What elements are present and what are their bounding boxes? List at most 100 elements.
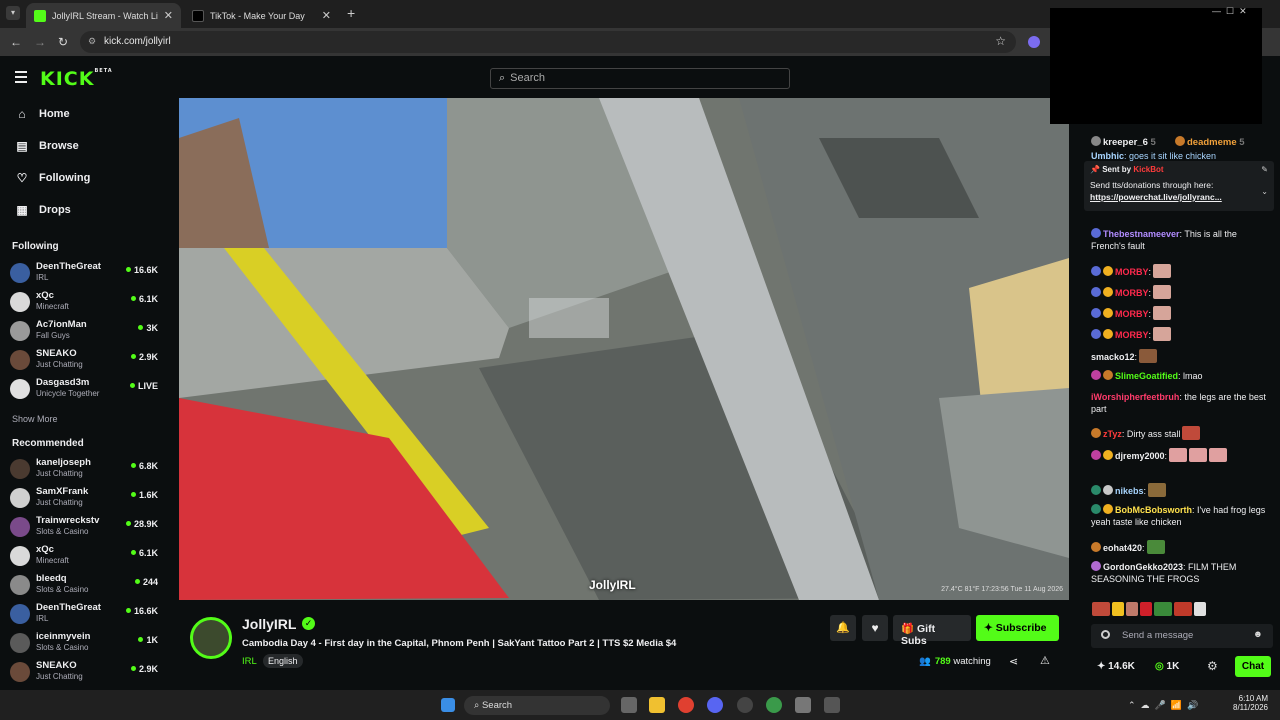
recommended-heading: Recommended [12,438,84,449]
url-field[interactable]: ⚙ kick.com/jollyirl ☆ [80,31,1016,53]
channel-category: Just Chatting [36,672,83,681]
chat-text: : lmao [1178,371,1203,381]
category-link[interactable]: IRL [242,656,257,667]
emote-icon [1169,448,1188,462]
emote-icon[interactable] [1194,602,1206,616]
tab-tiktok[interactable]: TikTok - Make Your Day ✕ [184,3,339,28]
viewer-count: 6.8K [131,461,158,471]
recommended-channel[interactable]: bleedq Slots & Casino 244 [10,572,160,600]
emoji-picker-icon[interactable]: ☻ [1253,629,1263,640]
chat-username[interactable]: Thebestnameever [1103,229,1180,239]
recommended-channel[interactable]: SNEAKO Just Chatting 2.9K [10,659,160,687]
chat-username[interactable]: GordonGekko2023 [1103,562,1183,572]
tray-icons[interactable]: ⌃ ☁ 🎤 📶 🔊 [1128,700,1198,711]
viewer-count: 6.1K [131,548,158,558]
tiktok-favicon-icon [192,9,204,22]
language-tag[interactable]: English [263,654,303,668]
chat-text: : [1142,543,1145,553]
channel-name[interactable]: JollyIRL [242,616,296,632]
sidebar-item-following[interactable]: ♡ Following [15,169,91,187]
report-icon[interactable]: ⚠ [1040,654,1050,667]
following-channel[interactable]: Dasgasd3m Unicycle Together LIVE [10,376,160,404]
gift-subs-button[interactable]: 🎁 Gift Subs [893,615,971,647]
channel-avatar[interactable] [190,617,232,659]
chat-username[interactable]: djremy2000 [1115,451,1165,461]
obs-icon[interactable] [737,697,753,713]
taskbar-search[interactable]: ⌕ Search [464,696,610,715]
tab-kick[interactable]: JollyIRL Stream - Watch Live ✕ [26,3,181,28]
chat-username[interactable]: MORBY [1115,288,1149,298]
sidebar-item-home[interactable]: ⌂ Home [15,105,69,123]
search-input[interactable]: ⌕ Search [490,68,790,89]
app-icon[interactable] [824,697,840,713]
chat-input[interactable]: Send a message ☻ [1091,624,1273,648]
emote-icon[interactable] [1174,602,1192,616]
start-windows-icon[interactable] [441,698,455,712]
recommended-channel[interactable]: SamXFrank Just Chatting 1.6K [10,485,160,513]
following-channel[interactable]: SNEAKO Just Chatting 2.9K [10,347,160,375]
channel-category: Slots & Casino [36,643,89,652]
file-explorer-icon[interactable] [649,697,665,713]
chrome-alt-icon[interactable] [766,697,782,713]
subscribe-button[interactable]: ✦ Subscribe [976,615,1059,641]
chat-username[interactable]: SlimeGoatified [1115,371,1178,381]
notification-bell-button[interactable]: 🔔 [830,615,856,641]
chat-username[interactable]: nikebs [1115,486,1144,496]
discord-icon[interactable] [707,697,723,713]
chat-username[interactable]: iWorshipherfeetbruh [1091,392,1179,402]
following-channel[interactable]: DeenTheGreat IRL 16.6K [10,260,160,288]
recommended-channel[interactable]: Trainwreckstv Slots & Casino 28.9K [10,514,160,542]
unpin-icon[interactable]: ✎ [1261,165,1268,174]
chat-username[interactable]: eohat420 [1103,543,1142,553]
sidebar-item-drops[interactable]: ▦ Drops [15,201,70,219]
task-view-icon[interactable] [621,697,637,713]
chat-username[interactable]: BobMcBobsworth [1115,505,1192,515]
menu-icon[interactable] [15,71,27,83]
channel-name: SamXFrank [36,486,89,497]
following-channel[interactable]: xQc Minecraft 6.1K [10,289,160,317]
chat-username[interactable]: zTyz [1103,429,1122,439]
window-controls[interactable]: — ☐ ✕ [1212,6,1247,17]
extension-icon[interactable] [1028,36,1040,48]
chat-username[interactable]: smacko12 [1091,352,1135,362]
channel-category: Just Chatting [36,469,83,478]
chat-username[interactable]: MORBY [1115,330,1149,340]
back-icon[interactable]: ← [10,35,22,49]
emote-icon[interactable] [1126,602,1138,616]
chat-username[interactable]: MORBY [1115,267,1149,277]
recommended-channel[interactable]: iceinmyvein Slots & Casino 1K [10,630,160,658]
recommended-channel[interactable]: DeenTheGreat IRL 16.6K [10,601,160,629]
show-more-link[interactable]: Show More [12,414,58,424]
recommended-channel[interactable]: xQc Minecraft 6.1K [10,543,160,571]
share-icon[interactable]: ⋖ [1009,655,1018,668]
following-channel[interactable]: Ac7ionMan Fall Guys 3K [10,318,160,346]
emote-icon [1153,285,1172,299]
video-player[interactable]: JollyIRL 27.4°C 81°F 17:23:56 Tue 11 Aug… [179,98,1069,600]
new-tab-icon[interactable]: + [347,5,355,21]
kick-logo[interactable]: KICKBETA [40,68,113,90]
clock[interactable]: 6:10 AM 8/11/2026 [1228,694,1268,712]
emote-icon[interactable] [1154,602,1172,616]
site-info-icon[interactable]: ⚙ [88,36,96,47]
sidebar-item-browse[interactable]: ▤ Browse [15,137,78,155]
chat-username[interactable]: Umbhic [1091,151,1124,161]
follow-heart-button[interactable]: ♥ [862,615,888,641]
close-tab-icon[interactable]: ✕ [322,9,331,22]
settings-app-icon[interactable] [795,697,811,713]
reload-icon[interactable]: ↻ [58,35,68,49]
expand-chevron-icon[interactable]: ⌄ [1261,187,1268,196]
chat-username[interactable]: MORBY [1115,309,1149,319]
recommended-channel[interactable]: kaneljoseph Just Chatting 6.8K [10,456,160,484]
emote-icon[interactable] [1140,602,1152,616]
chat-settings-icon[interactable]: ⚙ [1207,659,1218,673]
emote-icon[interactable] [1092,602,1110,616]
chat-send-button[interactable]: Chat [1235,656,1271,677]
emote-icon[interactable] [1112,602,1124,616]
tab-search-button[interactable]: ▾ [6,6,20,20]
chrome-icon[interactable] [678,697,694,713]
bookmark-star-icon[interactable]: ☆ [995,34,1006,48]
close-tab-icon[interactable]: ✕ [164,9,173,22]
viewer-count: 2.9K [131,352,158,362]
pinned-link[interactable]: https://powerchat.live/jollyranc... [1090,192,1268,202]
forward-icon[interactable]: → [34,35,46,49]
